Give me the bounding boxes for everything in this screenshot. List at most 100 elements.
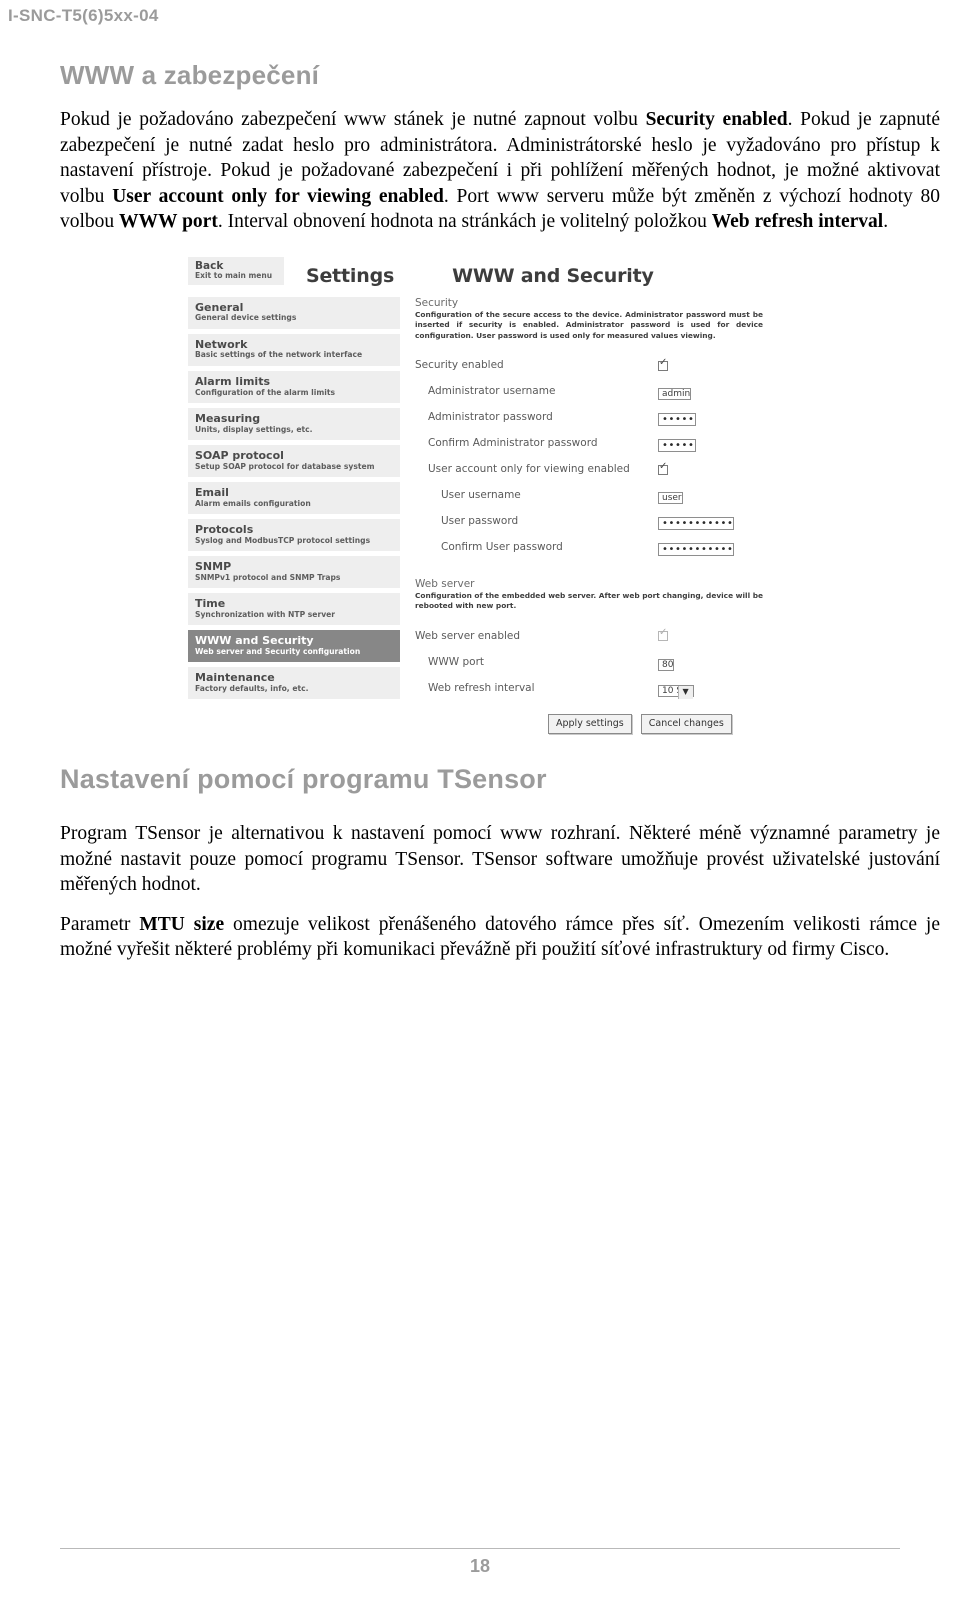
field-user-password: User password ••••••••••• — [415, 511, 768, 532]
sidebar-item-subtitle: Units, display settings, etc. — [195, 424, 313, 434]
sidebar-item-measuring[interactable]: Measuring Units, display settings, etc. — [188, 407, 400, 440]
field-label: User account only for viewing enabled — [428, 463, 630, 476]
www-port-input[interactable]: 80 — [658, 658, 675, 671]
term-mtu-size: MTU size — [139, 913, 225, 935]
field-label: Confirm User password — [441, 541, 563, 554]
sidebar-item-title: WWW and Security — [195, 634, 314, 648]
sidebar-item-title: Time — [195, 597, 226, 610]
text-run: Pokud je požadováno zabezpečení www stán… — [60, 109, 646, 130]
form-actions: Apply settings Cancel changes — [548, 714, 768, 735]
webserver-group-description: Configuration of the embedded web server… — [415, 590, 763, 611]
field-web-refresh-interval: Web refresh interval 10 Sec ▼ — [415, 677, 768, 699]
chevron-down-icon[interactable]: ▼ — [677, 685, 693, 699]
paragraph-tsensor-intro: Program TSensor je alternativou k nastav… — [60, 823, 940, 896]
sidebar-item-network[interactable]: Network Basic settings of the network in… — [188, 333, 400, 366]
device-web-ui-figure: Back Exit to main menu Settings WWW and … — [188, 249, 768, 735]
security-group-description: Configuration of the secure access to th… — [415, 309, 763, 340]
sidebar-item-title: Alarm limits — [195, 374, 271, 388]
checkbox-checked-icon[interactable] — [658, 462, 668, 475]
field-user-account-only-viewing: User account only for viewing enabled — [415, 459, 768, 480]
field-label: Administrator username — [428, 385, 556, 398]
page-title-tsensor: Nastavení pomocí programu TSensor — [60, 764, 547, 795]
field-label: WWW port — [428, 655, 485, 668]
field-confirm-administrator-password: Confirm Administrator password ••••• — [415, 433, 768, 454]
cancel-changes-button[interactable]: Cancel changes — [640, 714, 732, 735]
field-label: User username — [441, 489, 521, 502]
field-control[interactable]: user — [658, 485, 683, 505]
field-control[interactable]: ••••••••••• — [658, 511, 735, 531]
field-label: Web server enabled — [415, 629, 521, 642]
sidebar-item-subtitle: Web server and Security configuration — [195, 646, 361, 656]
sidebar-item-time[interactable]: Time Synchronization with NTP server — [188, 593, 400, 626]
field-label: User password — [441, 515, 519, 528]
sidebar-item-title: Maintenance — [195, 671, 275, 685]
back-button-subtitle: Exit to main menu — [195, 270, 273, 280]
sidebar-item-email[interactable]: Email Alarm emails configuration — [188, 481, 400, 514]
term-user-account: User account only for viewing enabled — [112, 185, 444, 207]
text-run: . — [883, 211, 889, 232]
field-control[interactable]: ••••• — [658, 407, 696, 427]
sidebar-item-soap-protocol[interactable]: SOAP protocol Setup SOAP protocol for da… — [188, 444, 400, 477]
field-confirm-user-password: Confirm User password ••••••••••• — [415, 537, 768, 558]
sidebar-item-title: Network — [195, 337, 248, 351]
back-button[interactable]: Back Exit to main menu — [188, 256, 284, 285]
field-control[interactable] — [658, 356, 668, 375]
field-user-username: User username user — [415, 485, 768, 506]
user-username-input[interactable]: user — [658, 492, 683, 505]
device-ui-topbar: Back Exit to main menu Settings WWW and … — [188, 249, 768, 287]
device-ui-body: General General device settings Network … — [188, 296, 768, 735]
admin-password-input[interactable]: ••••• — [658, 413, 696, 427]
back-button-title: Back — [195, 259, 224, 272]
sidebar-item-alarm-limits[interactable]: Alarm limits Configuration of the alarm … — [188, 370, 400, 403]
text-run: Parametr — [60, 913, 140, 935]
sidebar-item-subtitle: Alarm emails configuration — [195, 498, 311, 508]
field-control[interactable]: admin — [658, 381, 692, 401]
sidebar-item-title: SOAP protocol — [195, 448, 284, 462]
sidebar-item-protocols[interactable]: Protocols Syslog and ModbusTCP protocol … — [188, 518, 400, 551]
term-www-port: WWW port — [119, 211, 218, 232]
paragraph-mtu-size: Parametr MTU size omezuje velikost přená… — [60, 912, 940, 963]
field-control[interactable]: 80 — [658, 652, 675, 672]
user-password-input[interactable]: ••••••••••• — [658, 517, 735, 531]
sidebar-item-subtitle: Setup SOAP protocol for database system — [195, 461, 375, 471]
sidebar-item-title: General — [195, 300, 244, 314]
paragraph-www-security: Pokud je požadováno zabezpečení www stán… — [60, 107, 940, 235]
admin-username-input[interactable]: admin — [658, 388, 692, 401]
sidebar-item-snmp[interactable]: SNMP SNMPv1 protocol and SNMP Traps — [188, 555, 400, 588]
running-header: I-SNC-T5(6)5xx-04 — [8, 6, 159, 25]
webserver-group-title: Web server — [415, 577, 475, 590]
sidebar-item-title: Measuring — [195, 411, 261, 425]
sidebar-item-title: Protocols — [195, 522, 254, 536]
field-control[interactable] — [658, 626, 668, 645]
settings-heading: Settings — [306, 264, 395, 287]
sidebar-item-maintenance[interactable]: Maintenance Factory defaults, info, etc. — [188, 667, 400, 700]
confirm-admin-password-input[interactable]: ••••• — [658, 439, 696, 453]
sidebar-item-subtitle: Syslog and ModbusTCP protocol settings — [195, 535, 371, 545]
page-content: WWW a zabezpečení Pokud je požadováno za… — [60, 60, 940, 977]
field-control[interactable]: ••••• — [658, 433, 696, 453]
field-label: Security enabled — [415, 359, 504, 372]
field-web-server-enabled: Web server enabled — [415, 625, 768, 646]
apply-settings-button[interactable]: Apply settings — [548, 714, 632, 735]
field-security-enabled: Security enabled — [415, 355, 768, 376]
sidebar-item-www-and-security[interactable]: WWW and Security Web server and Security… — [188, 630, 400, 663]
web-refresh-interval-select[interactable]: 10 Sec ▼ — [658, 684, 694, 699]
sidebar-item-subtitle: SNMPv1 protocol and SNMP Traps — [195, 572, 341, 582]
confirm-user-password-input[interactable]: ••••••••••• — [658, 543, 735, 557]
page-number: 18 — [469, 1556, 491, 1576]
sidebar-item-subtitle: Basic settings of the network interface — [195, 350, 363, 360]
field-label: Administrator password — [428, 411, 553, 424]
sidebar-item-subtitle: Synchronization with NTP server — [195, 609, 336, 619]
device-ui-sidebar: General General device settings Network … — [188, 296, 400, 705]
sidebar-item-title: Email — [195, 485, 229, 499]
sidebar-item-subtitle: Configuration of the alarm limits — [195, 387, 336, 397]
checkbox-checked-icon[interactable] — [658, 358, 668, 371]
field-control[interactable]: 10 Sec ▼ — [658, 678, 694, 699]
sidebar-item-general[interactable]: General General device settings — [188, 296, 400, 329]
field-control[interactable] — [658, 460, 668, 479]
checkbox-checked-icon[interactable] — [658, 628, 668, 642]
field-control[interactable]: ••••••••••• — [658, 537, 735, 557]
page-title-www-security: WWW a zabezpečení — [60, 60, 320, 90]
sidebar-item-subtitle: General device settings — [195, 313, 297, 323]
